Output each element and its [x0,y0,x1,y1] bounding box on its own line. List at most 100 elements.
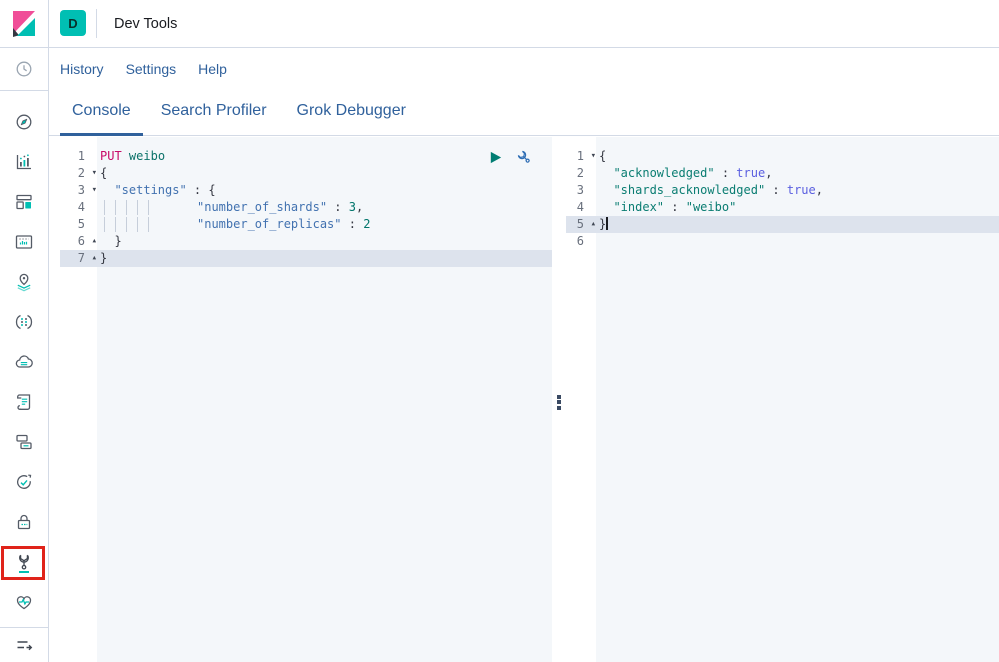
text-cursor [606,217,608,230]
line-number: 3 [577,183,584,197]
token-plain [122,149,129,163]
sidebar-item-uptime[interactable] [0,462,48,502]
request-options-button[interactable] [516,149,533,171]
console-menu: History Settings Help [48,47,999,90]
code-line: 2 "acknowledged" : true, [566,165,999,182]
heart-pulse-icon [14,592,34,612]
wrench-icon [516,149,533,166]
sidebar-item-visualize[interactable] [0,142,48,182]
clock-icon [14,59,34,79]
code-line: 5▴} [566,216,999,233]
token-punct: : [327,200,349,214]
token-rkey: "shards_acknowledged" [613,183,765,197]
sidebar-item-maps[interactable] [0,262,48,302]
token-punct: } [100,234,122,248]
send-request-button[interactable] [488,150,503,170]
token-punct: : [342,217,364,231]
indent-guides [104,200,149,215]
collapse-icon [14,635,34,655]
code-line-content: PUT weibo [97,148,552,165]
canvas-icon [14,232,34,252]
sidebar-item-machine-learning[interactable] [0,302,48,342]
code-line: 3▾ "settings" : { [60,182,552,199]
code-line: 1 PUT weibo [60,148,552,165]
token-punct: , [356,200,363,214]
badge-separator [96,9,97,38]
menu-settings[interactable]: Settings [126,61,177,77]
code-line-content: { [596,148,999,165]
token-punct: : [765,183,787,197]
code-line-content: "shards_acknowledged" : true, [596,182,999,199]
token-plain [599,166,613,180]
token-plain [100,183,114,197]
line-number: 2 [577,166,584,180]
sidebar-item-apm[interactable] [0,422,48,462]
token-key: "number_of_replicas" [197,217,342,231]
menu-history[interactable]: History [60,61,104,77]
code-line: 6 [566,233,999,250]
token-rstring: "weibo" [686,200,737,214]
sidebar-item-canvas[interactable] [0,222,48,262]
code-line-content: } [97,233,552,250]
ml-dots-icon [14,312,34,332]
code-line-content [596,233,999,250]
token-rkey: "index" [613,200,664,214]
sidebar-item-discover[interactable] [0,102,48,142]
wrench-icon [14,552,34,572]
code-line: 4 "index" : "weibo" [566,199,999,216]
sidebar-item-collapse[interactable] [0,628,48,662]
code-line-content: { [97,165,552,182]
token-bool: true [787,183,816,197]
line-number: 4 [577,200,584,214]
sidebar-item-stack-monitoring[interactable] [0,582,48,622]
sidebar-item-security[interactable] [0,502,48,542]
sidebar-item-logs[interactable] [0,382,48,422]
line-number: 5 [577,217,584,231]
apm-icon [14,432,34,452]
kibana-logo[interactable] [0,0,49,47]
menu-help[interactable]: Help [198,61,227,77]
sidebar-item-recently-viewed[interactable] [0,47,48,91]
code-line: 5"number_of_replicas" : 2 [60,216,552,233]
code-line-content: "acknowledged" : true, [596,165,999,182]
token-punct: } [100,251,107,265]
token-punct: } [599,217,606,231]
map-pin-icon [14,272,34,292]
token-key: "settings" [114,183,186,197]
code-line-content: "settings" : { [97,182,552,199]
line-number: 1 [78,149,85,163]
sidebar-item-dev-tools[interactable] [0,542,48,582]
tab-search-profiler[interactable]: Search Profiler [149,90,279,136]
code-line: 4"number_of_shards" : 3, [60,199,552,216]
line-number: 4 [78,200,85,214]
pane-resizer[interactable] [552,137,566,662]
token-number: 2 [363,217,370,231]
code-line: 7▴} [60,250,552,267]
sidebar-item-dashboard[interactable] [0,182,48,222]
line-number: 6 [577,234,584,248]
request-editor[interactable]: 1PUT weibo2▾{3▾ "settings" : {4"number_o… [60,137,552,662]
indent-guides [104,217,149,232]
code-line-content: } [97,250,552,267]
play-icon [488,150,503,165]
token-bool: true [736,166,765,180]
tab-grok-debugger[interactable]: Grok Debugger [285,90,418,136]
tab-console[interactable]: Console [60,90,143,136]
response-viewer[interactable]: 1▾{2 "acknowledged" : true,3 "shards_ack… [566,137,999,662]
code-line: 6▴ } [60,233,552,250]
line-number: 2 [78,166,85,180]
space-badge[interactable]: D [60,10,86,36]
token-plain [599,200,613,214]
dashboard-icon [14,192,34,212]
drag-handle-icon [557,393,561,411]
line-number: 6 [78,234,85,248]
kibana-logo-icon [9,9,39,39]
sidebar-item-metrics[interactable] [0,342,48,382]
token-punct: , [816,183,823,197]
code-line: 3 "shards_acknowledged" : true, [566,182,999,199]
token-punct: , [765,166,772,180]
app-sidebar [0,47,49,662]
page-title: Dev Tools [114,0,177,47]
code-line-content: "index" : "weibo" [596,199,999,216]
dev-tools-tabs: ConsoleSearch ProfilerGrok Debugger [48,90,999,136]
